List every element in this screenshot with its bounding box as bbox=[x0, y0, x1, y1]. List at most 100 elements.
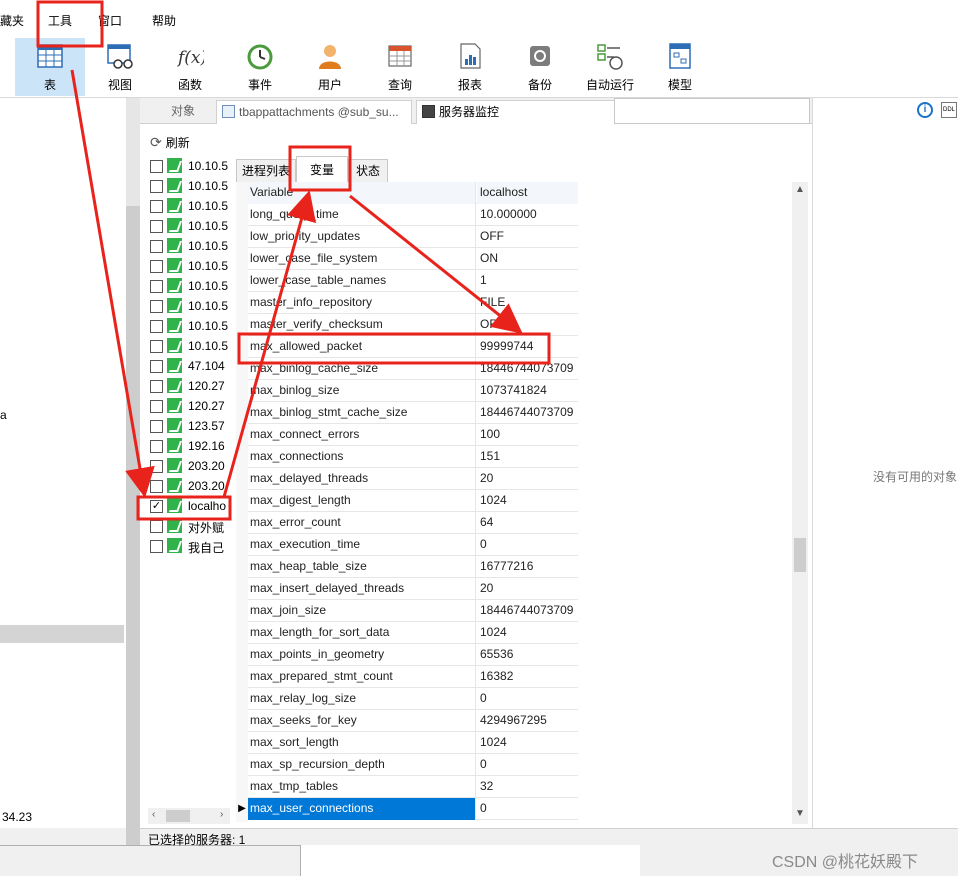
scroll-up-icon[interactable]: ▲ bbox=[795, 184, 805, 195]
server-row[interactable]: 203.20 bbox=[148, 456, 228, 476]
variable-value-cell[interactable]: 1 bbox=[477, 270, 578, 292]
variable-value-cell[interactable]: 20 bbox=[477, 578, 578, 600]
variable-value-cell[interactable]: 0 bbox=[477, 754, 578, 776]
variable-value-cell[interactable]: 18446744073709 bbox=[477, 358, 578, 380]
variable-value-cell[interactable]: ON bbox=[477, 248, 578, 270]
variables-scrollbar[interactable]: ▲ ▼ bbox=[792, 182, 808, 824]
variable-value-cell[interactable]: OFF bbox=[477, 314, 578, 336]
variable-name-cell[interactable]: max_delayed_threads bbox=[248, 468, 476, 490]
server-checkbox[interactable] bbox=[150, 260, 163, 273]
server-list-hscroll-thumb[interactable] bbox=[166, 810, 190, 822]
server-checkbox[interactable] bbox=[150, 180, 163, 193]
table-row[interactable]: max_points_in_geometry 65536 bbox=[248, 644, 578, 666]
variable-name-cell[interactable]: max_sp_recursion_depth bbox=[248, 754, 476, 776]
table-row[interactable]: max_allowed_packet 99999744 bbox=[248, 336, 578, 358]
table-row[interactable]: lower_case_table_names 1 bbox=[248, 270, 578, 292]
server-row[interactable]: 10.10.5 bbox=[148, 216, 228, 236]
variable-value-cell[interactable]: 1024 bbox=[477, 490, 578, 512]
variable-value-cell[interactable]: 16777216 bbox=[477, 556, 578, 578]
server-checkbox[interactable] bbox=[150, 220, 163, 233]
table-row[interactable]: max_error_count 64 bbox=[248, 512, 578, 534]
variable-name-cell[interactable]: max_length_for_sort_data bbox=[248, 622, 476, 644]
server-row[interactable]: 10.10.5 bbox=[148, 156, 228, 176]
variable-name-cell[interactable]: max_digest_length bbox=[248, 490, 476, 512]
menu-tools[interactable]: 工具 bbox=[48, 12, 72, 29]
menu-favorites[interactable]: 藏夹 bbox=[0, 12, 24, 29]
table-row[interactable]: max_user_connections 0 bbox=[248, 798, 578, 820]
variable-name-cell[interactable]: max_seeks_for_key bbox=[248, 710, 476, 732]
variable-name-cell[interactable]: max_relay_log_size bbox=[248, 688, 476, 710]
table-row[interactable]: max_length_for_sort_data 1024 bbox=[248, 622, 578, 644]
variable-name-cell[interactable]: master_info_repository bbox=[248, 292, 476, 314]
server-checkbox[interactable] bbox=[150, 380, 163, 393]
server-checkbox[interactable]: ✓ bbox=[150, 500, 163, 513]
server-checkbox[interactable] bbox=[150, 400, 163, 413]
table-row[interactable]: master_info_repository FILE bbox=[248, 292, 578, 314]
variable-name-cell[interactable]: max_join_size bbox=[248, 600, 476, 622]
view-button[interactable]: 视图 bbox=[85, 38, 155, 96]
server-checkbox[interactable] bbox=[150, 280, 163, 293]
variable-name-cell[interactable]: low_priority_updates bbox=[248, 226, 476, 248]
variable-name-cell[interactable]: max_allowed_packet bbox=[248, 336, 476, 358]
variable-value-cell[interactable]: 0 bbox=[477, 688, 578, 710]
variable-value-cell[interactable]: FILE bbox=[477, 292, 578, 314]
server-row[interactable]: 192.16 bbox=[148, 436, 228, 456]
variable-name-cell[interactable]: max_error_count bbox=[248, 512, 476, 534]
table-row[interactable]: max_seeks_for_key 4294967295 bbox=[248, 710, 578, 732]
server-row[interactable]: 10.10.5 bbox=[148, 316, 228, 336]
variable-value-cell[interactable]: 0 bbox=[477, 798, 578, 820]
variable-value-cell[interactable]: OFF bbox=[477, 226, 578, 248]
variable-value-cell[interactable]: 32 bbox=[477, 776, 578, 798]
variables-scroll-thumb[interactable] bbox=[794, 538, 806, 572]
variable-name-cell[interactable]: max_tmp_tables bbox=[248, 776, 476, 798]
table-row[interactable]: max_binlog_size 1073741824 bbox=[248, 380, 578, 402]
table-row[interactable]: max_binlog_stmt_cache_size 18446744073709 bbox=[248, 402, 578, 424]
variable-value-cell[interactable]: 65536 bbox=[477, 644, 578, 666]
variable-name-cell[interactable]: max_connect_errors bbox=[248, 424, 476, 446]
model-button[interactable]: 模型 bbox=[645, 38, 715, 96]
variable-value-cell[interactable]: 1073741824 bbox=[477, 380, 578, 402]
tab-status[interactable]: 状态 bbox=[348, 159, 388, 182]
variable-name-cell[interactable]: max_heap_table_size bbox=[248, 556, 476, 578]
table-row[interactable]: long_query_time 10.000000 bbox=[248, 204, 578, 226]
variable-value-cell[interactable]: 151 bbox=[477, 446, 578, 468]
variable-value-cell[interactable]: 20 bbox=[477, 468, 578, 490]
server-checkbox[interactable] bbox=[150, 420, 163, 433]
server-checkbox[interactable] bbox=[150, 240, 163, 253]
menu-window[interactable]: 窗口 bbox=[98, 12, 122, 29]
variable-name-cell[interactable]: long_query_time bbox=[248, 204, 476, 226]
variable-value-cell[interactable]: 99999744 bbox=[477, 336, 578, 358]
variable-value-cell[interactable]: 10.000000 bbox=[477, 204, 578, 226]
server-row[interactable]: 123.57 bbox=[148, 416, 228, 436]
server-row[interactable]: 我自己 bbox=[148, 536, 228, 556]
server-checkbox[interactable] bbox=[150, 440, 163, 453]
info-icon[interactable]: i bbox=[917, 102, 933, 118]
variable-value-cell[interactable]: 0 bbox=[477, 534, 578, 556]
tab-table[interactable]: tbappattachments @sub_su... bbox=[216, 100, 412, 124]
table-row[interactable]: max_connections 151 bbox=[248, 446, 578, 468]
server-checkbox[interactable] bbox=[150, 540, 163, 553]
variable-name-cell[interactable]: max_points_in_geometry bbox=[248, 644, 476, 666]
server-checkbox[interactable] bbox=[150, 460, 163, 473]
table-button[interactable]: 表 bbox=[15, 38, 85, 96]
server-row[interactable]: 120.27 bbox=[148, 396, 228, 416]
variable-value-cell[interactable]: 4294967295 bbox=[477, 710, 578, 732]
table-row[interactable]: lower_case_file_system ON bbox=[248, 248, 578, 270]
variable-name-cell[interactable]: max_binlog_size bbox=[248, 380, 476, 402]
refresh-button[interactable]: ⟳ 刷新 bbox=[150, 134, 190, 151]
server-row[interactable]: 10.10.5 bbox=[148, 256, 228, 276]
table-row[interactable]: max_sp_recursion_depth 0 bbox=[248, 754, 578, 776]
server-row[interactable]: ✓ localho bbox=[148, 496, 228, 516]
variable-name-cell[interactable]: max_binlog_stmt_cache_size bbox=[248, 402, 476, 424]
ddl-icon[interactable]: DDL bbox=[941, 102, 957, 118]
tab-process-list[interactable]: 进程列表 bbox=[236, 159, 296, 182]
table-row[interactable]: max_execution_time 0 bbox=[248, 534, 578, 556]
server-checkbox[interactable] bbox=[150, 340, 163, 353]
table-row[interactable]: max_digest_length 1024 bbox=[248, 490, 578, 512]
variable-value-cell[interactable]: 18446744073709 bbox=[477, 600, 578, 622]
tab-variables[interactable]: 变量 bbox=[296, 156, 348, 182]
navigator-scroll-thumb[interactable] bbox=[126, 206, 140, 876]
table-row[interactable]: low_priority_updates OFF bbox=[248, 226, 578, 248]
server-row[interactable]: 10.10.5 bbox=[148, 276, 228, 296]
table-row[interactable]: max_connect_errors 100 bbox=[248, 424, 578, 446]
